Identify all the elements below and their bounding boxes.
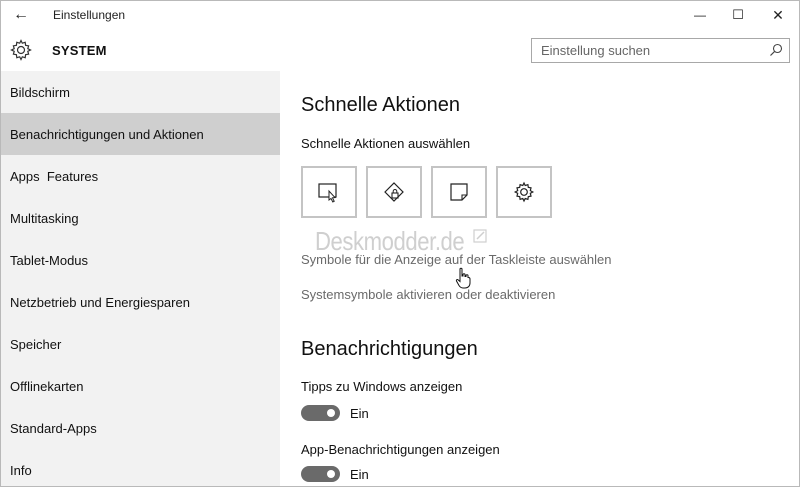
sidebar-item-netzbetrieb[interactable]: Netzbetrieb und Energiesparen — [1, 281, 280, 323]
link-taskbar-icons[interactable]: Symbole für die Anzeige auf der Taskleis… — [301, 252, 612, 267]
toggle-state-tips: Ein — [350, 406, 369, 421]
sidebar-item-label: Info — [10, 462, 32, 478]
sidebar-item-label: Benachrichtigungen und Aktionen — [10, 126, 204, 142]
close-button[interactable]: ✕ — [759, 1, 797, 29]
gear-icon — [10, 39, 32, 61]
sidebar-item-tablet-modus[interactable]: Tablet-Modus — [1, 239, 280, 281]
settings-header: SYSTEM — [1, 29, 799, 71]
sidebar-item-info[interactable]: Info — [1, 449, 280, 486]
sidebar-item-label: Speicher — [10, 336, 62, 352]
sidebar-item-speicher[interactable]: Speicher — [1, 323, 280, 365]
toggle-knob — [327, 470, 335, 478]
section-heading-notifications: Benachrichtigungen — [301, 338, 478, 360]
settings-gear-icon — [513, 181, 535, 203]
network-icon — [384, 182, 404, 202]
minimize-button[interactable]: — — [681, 1, 719, 29]
toggle-tips[interactable] — [301, 405, 340, 421]
sidebar-item-label: Bildschirm — [10, 84, 70, 100]
maximize-icon: ☐ — [732, 7, 744, 22]
setting-label-tips: Tipps zu Windows anzeigen — [301, 379, 463, 394]
back-button[interactable]: ← — [3, 1, 39, 29]
main-content: Schnelle Aktionen Schnelle Aktionen ausw… — [280, 71, 799, 486]
settings-window: ← Einstellungen — ☐ ✕ SYSTEM Einstellung… — [0, 0, 800, 487]
sidebar-item-benachrichtigungen[interactable]: Benachrichtigungen und Aktionen — [1, 113, 280, 155]
sidebar-item-label: Multitasking — [10, 210, 79, 226]
hand-cursor-icon — [455, 267, 471, 289]
sidebar-item-label: Tablet-Modus — [10, 252, 89, 268]
sidebar-item-bildschirm[interactable]: Bildschirm — [1, 71, 280, 113]
toggle-knob — [327, 409, 335, 417]
tablet-mode-icon — [318, 183, 337, 203]
setting-label-app-notifications: App-Benachrichtigungen anzeigen — [301, 442, 500, 457]
sidebar-item-label: Apps Features — [10, 168, 99, 184]
page-title: SYSTEM — [52, 43, 107, 58]
window-title: Einstellungen — [53, 8, 126, 22]
back-arrow-icon: ← — [13, 6, 29, 23]
search-box[interactable] — [531, 38, 790, 63]
quick-action-tile-tablet-mode[interactable] — [301, 166, 357, 218]
sidebar: Bildschirm Benachrichtigungen und Aktion… — [1, 71, 280, 486]
sidebar-item-label: Netzbetrieb und Energiesparen — [10, 294, 190, 310]
minimize-icon: — — [694, 8, 706, 22]
quick-actions-subtitle: Schnelle Aktionen auswählen — [301, 136, 471, 151]
quick-action-tile-note[interactable] — [431, 166, 487, 218]
sidebar-item-standard-apps[interactable]: Standard-Apps — [1, 407, 280, 449]
quick-action-tile-settings[interactable] — [496, 166, 552, 218]
quick-action-tile-network[interactable] — [366, 166, 422, 218]
watermark-pen-icon — [473, 229, 487, 243]
toggle-app-notifications[interactable] — [301, 466, 340, 482]
sidebar-item-multitasking[interactable]: Multitasking — [1, 197, 280, 239]
maximize-button[interactable]: ☐ — [719, 1, 757, 29]
search-input[interactable] — [532, 39, 762, 62]
link-system-icons[interactable]: Systemsymbole aktivieren oder deaktivier… — [301, 287, 555, 302]
title-bar: ← Einstellungen — ☐ ✕ — [1, 1, 799, 29]
sidebar-item-label: Offlinekarten — [10, 378, 84, 394]
note-icon — [450, 183, 468, 201]
toggle-state-app-notifications: Ein — [350, 467, 369, 482]
close-icon: ✕ — [772, 6, 784, 23]
sidebar-item-label: Standard-Apps — [10, 420, 97, 436]
section-heading-quick-actions: Schnelle Aktionen — [301, 94, 461, 116]
sidebar-item-offlinekarten[interactable]: Offlinekarten — [1, 365, 280, 407]
search-icon[interactable] — [769, 43, 783, 57]
sidebar-item-apps-features[interactable]: Apps Features — [1, 155, 280, 197]
